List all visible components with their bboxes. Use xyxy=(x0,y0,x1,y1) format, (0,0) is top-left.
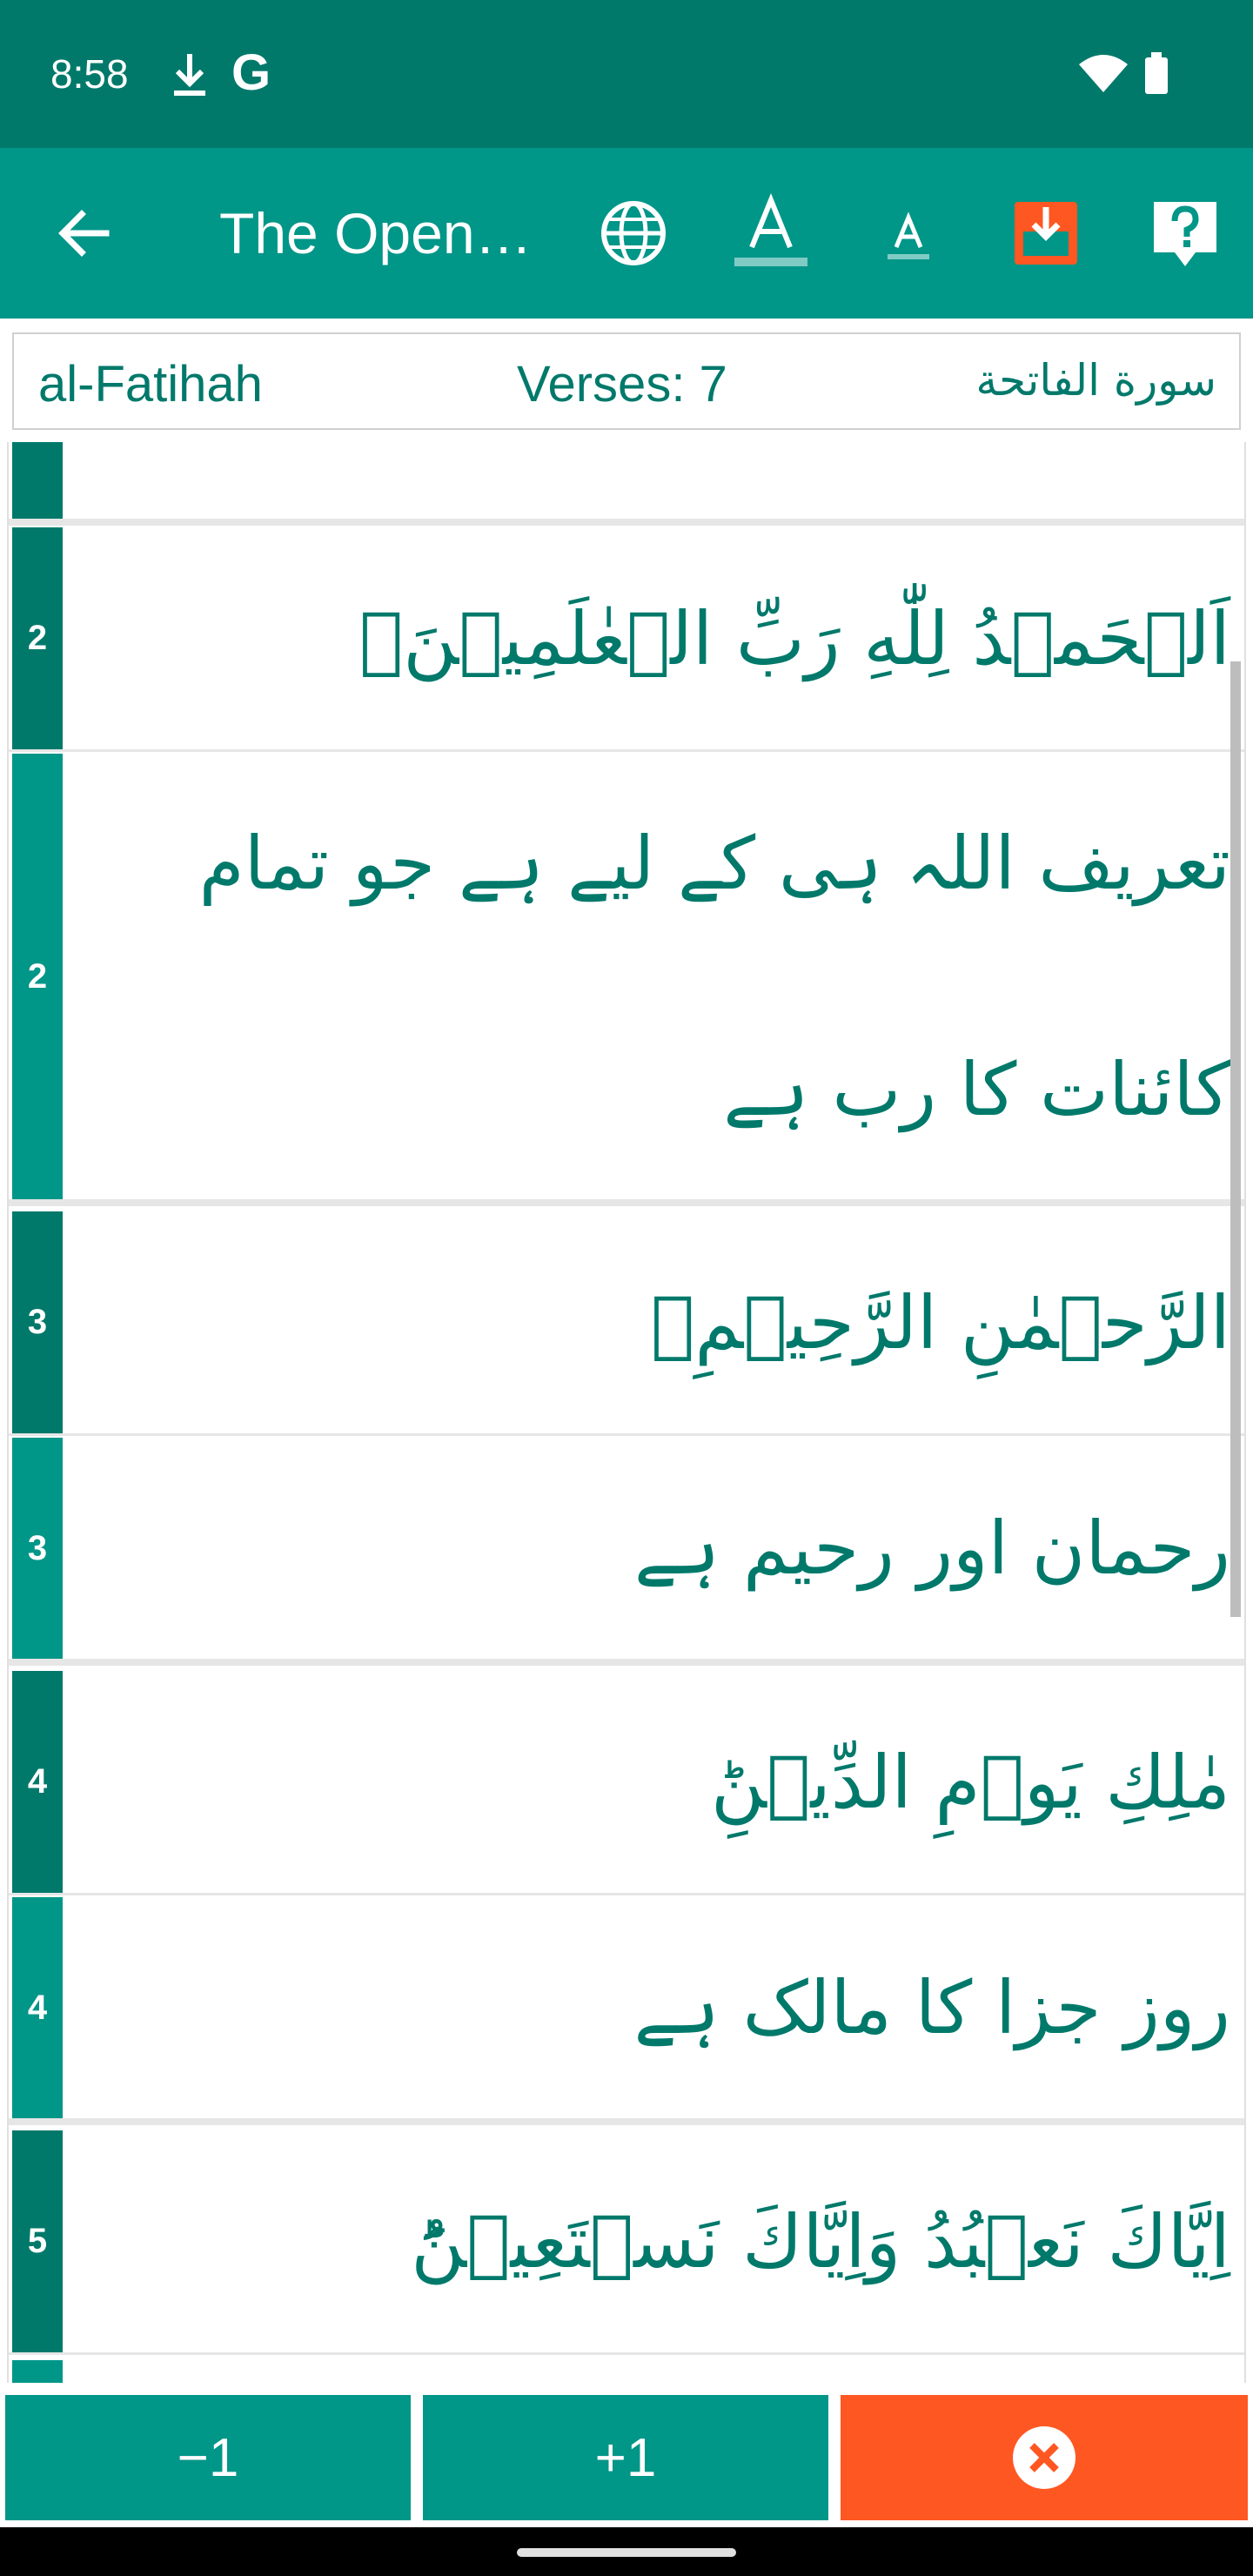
verse-number: 3 xyxy=(12,1438,63,1659)
close-icon xyxy=(1013,2426,1075,2489)
verse-row[interactable]: 3 الرَّحۡمٰنِ الرَّحِيۡمِۙ xyxy=(9,1211,1244,1436)
verse-list[interactable]: 2 اَلۡحَمۡدُ لِلّٰهِ رَبِّ الۡعٰلَمِيۡنَ… xyxy=(7,442,1246,2383)
app-bar: The Opening xyxy=(0,148,1253,319)
surah-info-bar: al-Fatihah Verses: 7 سورة الفاتحة xyxy=(12,332,1241,430)
system-nav-bar xyxy=(0,2527,1253,2576)
help-icon[interactable] xyxy=(1143,191,1227,275)
globe-icon[interactable] xyxy=(592,191,675,275)
back-arrow-icon[interactable] xyxy=(52,202,115,265)
close-button[interactable] xyxy=(841,2395,1248,2520)
font-size-increase-icon[interactable] xyxy=(729,191,813,275)
verse-number: 3 xyxy=(12,1211,63,1433)
verse-row-partial xyxy=(9,2360,1244,2383)
status-bar: 8:58 G xyxy=(0,0,1253,148)
save-download-icon[interactable] xyxy=(1004,191,1088,275)
surah-name: al-Fatihah xyxy=(38,356,263,413)
verse-row[interactable]: 3 رحمان اور رحیم ہے xyxy=(9,1438,1244,1666)
verse-number: 4 xyxy=(12,1897,63,2118)
next-verse-button[interactable]: +1 xyxy=(423,2395,828,2520)
verse-count: Verses: 7 xyxy=(517,356,727,413)
scrollbar[interactable] xyxy=(1230,661,1241,1617)
verse-number: 2 xyxy=(12,527,63,749)
page-title: The Opening xyxy=(219,201,541,265)
verse-arabic-text: الرَّحۡمٰنِ الرَّحِيۡمِۙ xyxy=(650,1279,1230,1365)
surah-arabic-name: سورة الفاتحة xyxy=(975,355,1216,406)
verse-row[interactable]: 2 تعریف اللہ ہی کے لیے ہے جو تمام کائنات… xyxy=(9,754,1244,1206)
battery-icon xyxy=(1145,52,1168,94)
home-gesture-handle[interactable] xyxy=(517,2548,736,2557)
verse-number: 4 xyxy=(12,1671,63,1893)
verse-row[interactable]: 5 اِيَّاكَ نَعۡبُدُ وَاِيَّاكَ نَسۡتَعِي… xyxy=(9,2130,1244,2355)
verse-arabic-text: اِيَّاكَ نَعۡبُدُ وَاِيَّاكَ نَسۡتَعِيۡن… xyxy=(411,2198,1230,2284)
status-time: 8:58 xyxy=(50,51,129,97)
verse-row[interactable]: 4 روز جزا کا مالک ہے xyxy=(9,1897,1244,2125)
wifi-icon xyxy=(1079,55,1128,92)
font-size-decrease-icon[interactable] xyxy=(867,191,950,275)
bottom-controls: −1 +1 xyxy=(0,2388,1253,2527)
verse-row[interactable]: 2 اَلۡحَمۡدُ لِلّٰهِ رَبِّ الۡعٰلَمِيۡنَ… xyxy=(9,527,1244,752)
verse-translation-text: تعریف اللہ ہی کے لیے ہے جو تمام کائنات ک… xyxy=(198,821,1230,1132)
google-icon: G xyxy=(231,44,271,101)
verse-translation-text: روز جزا کا مالک ہے xyxy=(633,1965,1231,2050)
verse-number: 2 xyxy=(12,754,63,1199)
previous-verse-button[interactable]: −1 xyxy=(5,2395,411,2520)
verse-arabic-text: اَلۡحَمۡدُ لِلّٰهِ رَبِّ الۡعٰلَمِيۡنَۙ xyxy=(358,595,1230,681)
verse-number xyxy=(12,442,63,519)
verse-row-partial xyxy=(9,442,1244,526)
verse-number: 5 xyxy=(12,2130,63,2352)
download-icon xyxy=(174,54,205,96)
verse-arabic-text: مٰلِكِ يَوۡمِ الدِّيۡنِؕ xyxy=(711,1739,1230,1825)
verse-row[interactable]: 4 مٰلِكِ يَوۡمِ الدِّيۡنِؕ xyxy=(9,1671,1244,1895)
verse-translation-text: رحمان اور رحیم ہے xyxy=(633,1506,1230,1591)
verse-number xyxy=(12,2360,63,2383)
